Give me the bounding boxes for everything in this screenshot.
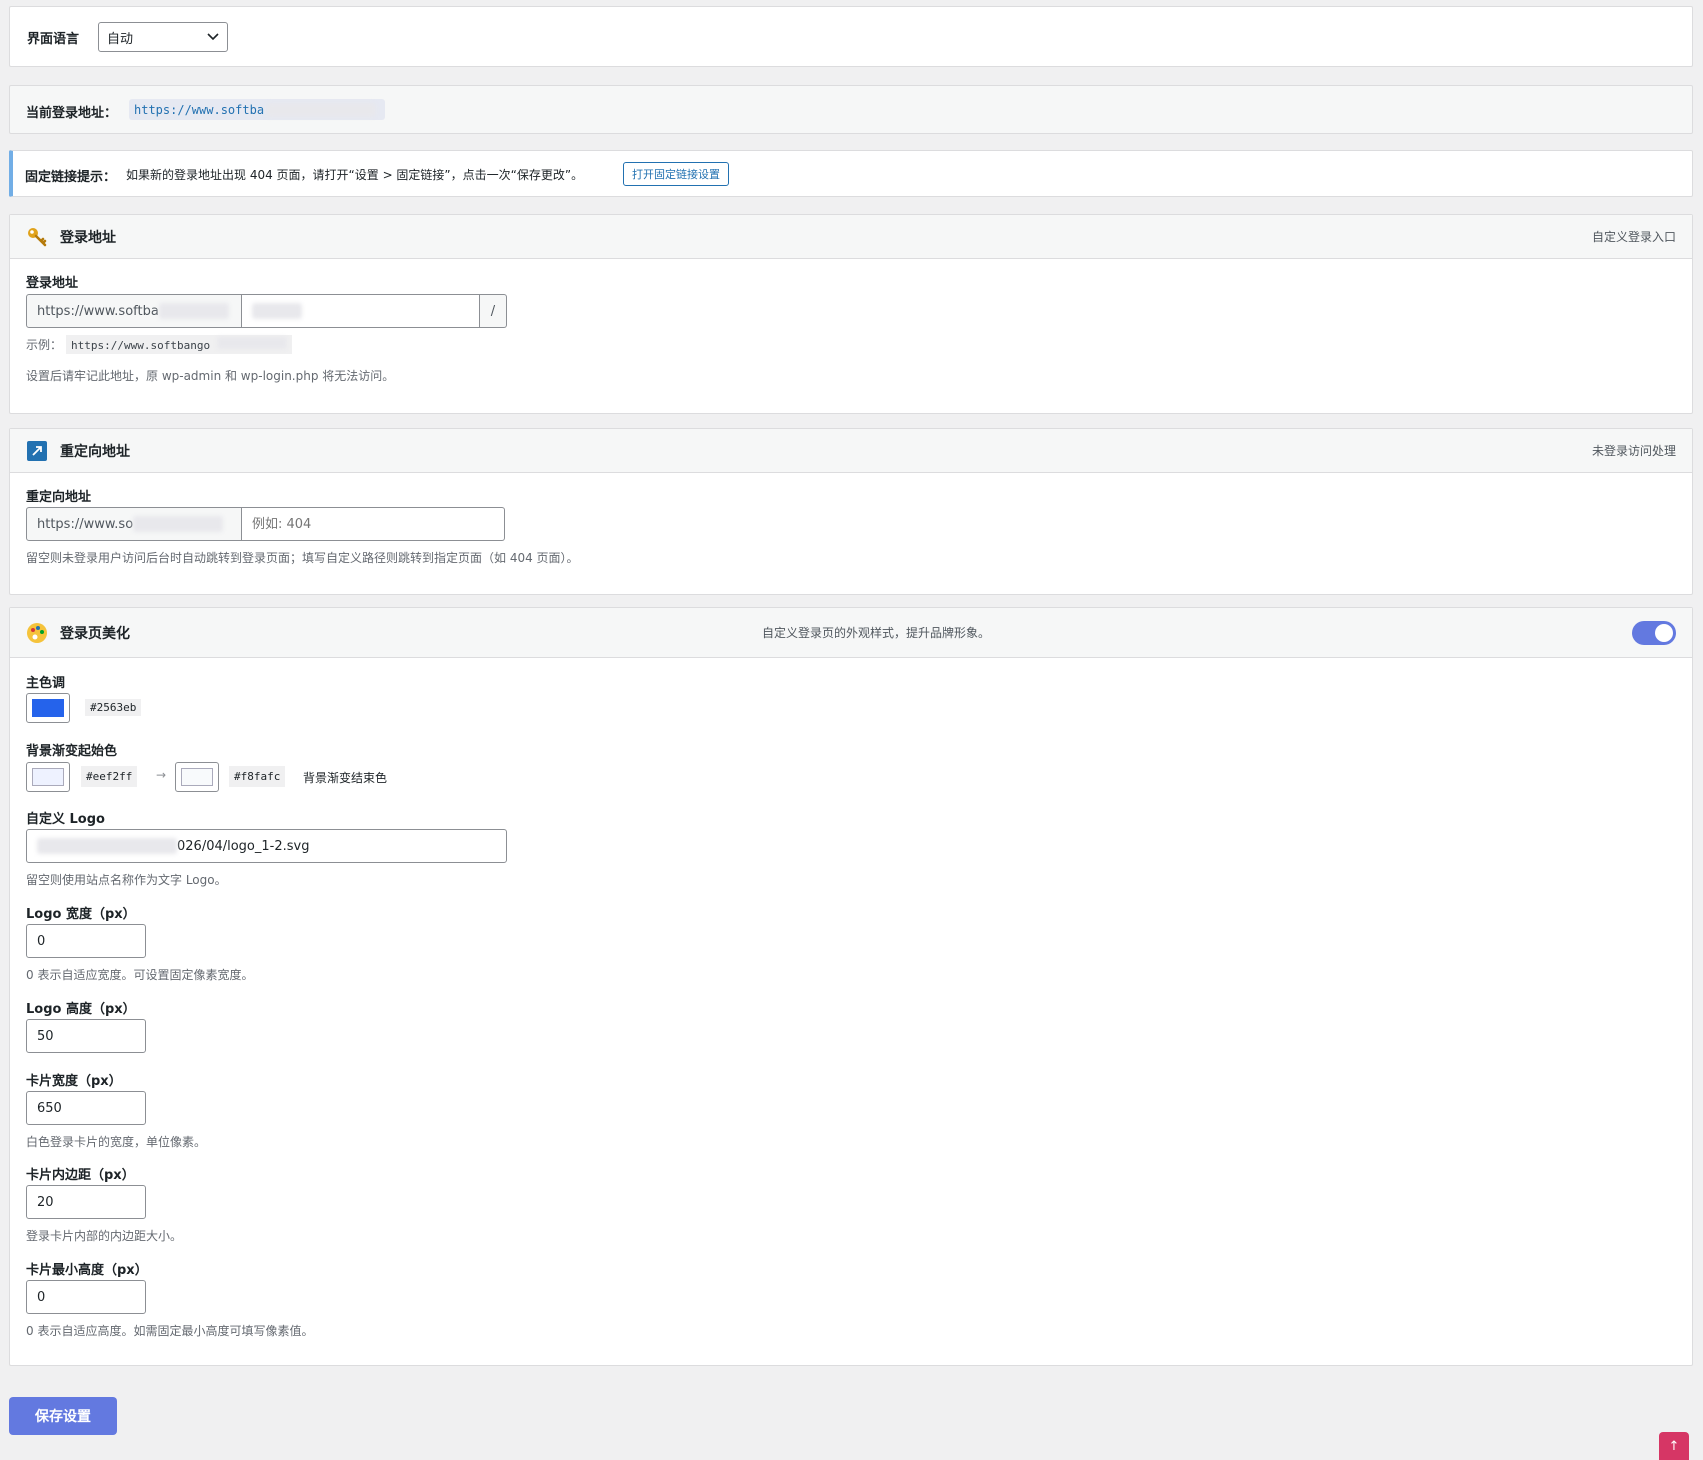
current-login-url-text: https://www.softba: [134, 102, 265, 117]
redacted-mask: [158, 303, 229, 319]
card-min-height-hint: 0 表示自适应高度。如需固定最小高度可填写像素值。: [26, 1324, 314, 1338]
card-width-input[interactable]: 650: [26, 1091, 146, 1125]
card-min-height-input[interactable]: 0: [26, 1280, 146, 1314]
bg-start-fill: [32, 768, 64, 786]
redacted-mask: [37, 838, 177, 854]
logo-height-label: Logo 高度（px）: [26, 1002, 136, 1017]
login-slug-input[interactable]: [242, 294, 480, 328]
logo-width-input[interactable]: 0: [26, 924, 146, 958]
bg-end-label: 背景渐变结束色: [303, 771, 388, 785]
palette-icon: [26, 622, 48, 644]
primary-color-code: #2563eb: [85, 699, 142, 716]
card-padding-hint: 登录卡片内部的内边距大小。: [26, 1229, 183, 1243]
redacted-mask: [252, 303, 302, 319]
logo-label: 自定义 Logo: [26, 812, 105, 827]
external-link-icon: [26, 440, 48, 462]
logo-width-hint: 0 表示自适应宽度。可设置固定像素宽度。: [26, 968, 254, 982]
redirect-prefix: https://www.so: [26, 507, 242, 541]
scroll-top-button[interactable]: ↑: [1659, 1432, 1689, 1460]
redirect-section-right: 未登录访问处理: [1591, 444, 1676, 458]
login-address-group: https://www.softba /: [26, 294, 507, 328]
bg-start-swatch[interactable]: [26, 762, 70, 792]
primary-color-fill: [32, 699, 64, 717]
toggle-knob: [1655, 623, 1673, 642]
bg-start-label: 背景渐变起始色: [26, 744, 118, 759]
logo-height-input[interactable]: 50: [26, 1019, 146, 1053]
open-permalink-button[interactable]: 打开固定链接设置: [623, 162, 729, 186]
language-select[interactable]: 自动: [98, 22, 228, 52]
example-value: https://www.softbango: [66, 335, 292, 354]
primary-color-label: 主色调: [26, 676, 66, 691]
current-login-url: https://www.softba: [129, 99, 385, 120]
language-value: 自动: [107, 31, 134, 47]
beautify-toggle[interactable]: [1632, 620, 1676, 645]
redirect-hint: 留空则未登录用户访问后台时自动跳转到登录页面；填写自定义路径则跳转到指定页面（如…: [26, 551, 579, 565]
language-card: 界面语言 自动: [9, 6, 1693, 67]
logo-input[interactable]: 026/04/logo_1-2.svg: [26, 829, 507, 863]
current-login-label: 当前登录地址：: [26, 106, 118, 121]
beautify-card: 登录页美化 自定义登录页的外观样式，提升品牌形象。 主色调 #2563eb 背景…: [9, 607, 1693, 1366]
redirect-card: 重定向地址 未登录访问处理 重定向地址 https://www.so 留空则未登…: [9, 428, 1693, 595]
redirect-prefix-text: https://www.so: [37, 516, 134, 532]
language-label: 界面语言: [27, 32, 80, 47]
redirect-input[interactable]: [242, 507, 505, 541]
login-prefix-text: https://www.softba: [37, 303, 159, 319]
primary-color-swatch[interactable]: [26, 693, 70, 723]
example-value-text: https://www.softbango: [71, 339, 211, 352]
logo-hint: 留空则使用站点名称作为文字 Logo。: [26, 873, 227, 887]
key-icon: [26, 226, 48, 248]
permalink-tip-card: 固定链接提示： 如果新的登录地址出现 404 页面，请打开“设置 > 固定链接”…: [9, 150, 1693, 197]
login-suffix: /: [480, 294, 507, 328]
login-section-right: 自定义登录入口: [1591, 230, 1676, 244]
login-prefix: https://www.softba: [26, 294, 242, 328]
card-width-label: 卡片宽度（px）: [26, 1074, 122, 1089]
bg-start-code: #eef2ff: [81, 766, 138, 787]
current-login-card: 当前登录地址： https://www.softba: [9, 85, 1693, 134]
card-min-height-label: 卡片最小高度（px）: [26, 1263, 148, 1278]
bg-end-fill: [181, 768, 213, 786]
redacted-mask: [266, 102, 377, 117]
permalink-tip-label: 固定链接提示：: [25, 170, 117, 185]
card-padding-label: 卡片内边距（px）: [26, 1168, 135, 1183]
bg-end-code: #f8fafc: [229, 766, 286, 787]
beautify-section-title: 登录页美化: [60, 625, 130, 642]
login-address-card: 登录地址 自定义登录入口 登录地址 https://www.softba / 示…: [9, 214, 1693, 414]
chevron-down-icon: [207, 33, 219, 41]
logo-width-label: Logo 宽度（px）: [26, 907, 136, 922]
redirect-address-group: https://www.so: [26, 507, 505, 541]
card-padding-input[interactable]: 20: [26, 1185, 146, 1219]
redirect-section-title: 重定向地址: [60, 443, 130, 460]
bg-end-swatch[interactable]: [175, 762, 219, 792]
login-hint: 设置后请牢记此地址，原 wp-admin 和 wp-login.php 将无法访…: [26, 369, 395, 383]
login-section-title: 登录地址: [60, 229, 116, 246]
redacted-mask: [216, 337, 287, 349]
beautify-description: 自定义登录页的外观样式，提升品牌形象。: [762, 626, 991, 640]
permalink-tip-text: 如果新的登录地址出现 404 页面，请打开“设置 > 固定链接”，点击一次“保存…: [126, 168, 584, 182]
redirect-field-label: 重定向地址: [26, 490, 92, 505]
login-example: 示例： https://www.softbango: [26, 335, 292, 354]
redacted-mask: [133, 516, 224, 532]
login-field-label: 登录地址: [26, 276, 79, 291]
arrow-icon: →: [156, 768, 167, 782]
example-label: 示例：: [26, 338, 63, 352]
card-width-hint: 白色登录卡片的宽度，单位像素。: [26, 1135, 207, 1149]
save-button[interactable]: 保存设置: [9, 1397, 117, 1435]
logo-value: 026/04/logo_1-2.svg: [177, 838, 310, 854]
